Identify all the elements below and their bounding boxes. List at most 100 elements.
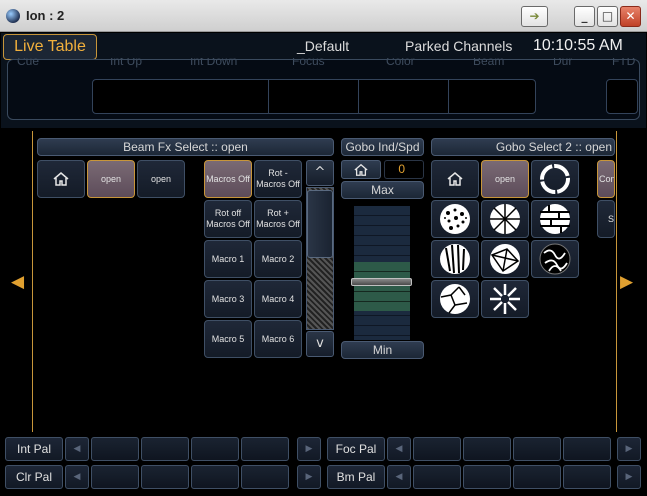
int-pal-slot[interactable]	[91, 437, 139, 461]
clr-pal-right-arrow-icon[interactable]: ▶	[297, 465, 321, 489]
home-icon	[53, 172, 69, 186]
rot-plus-macros-off-button[interactable]: Rot + Macros Off	[254, 200, 302, 238]
go-arrow-icon[interactable]: ➔	[521, 6, 548, 27]
scribble-gobo-icon	[539, 243, 571, 275]
gobo-con-button[interactable]: Con	[597, 160, 615, 198]
cracks-gobo-icon	[440, 284, 470, 314]
ring-gobo-icon	[540, 164, 570, 194]
rot-off-macros-off-button[interactable]: Rot off Macros Off	[204, 200, 252, 238]
clr-pal-slot[interactable]	[141, 465, 189, 489]
bm-pal-slot[interactable]	[563, 465, 611, 489]
bm-pal-slot[interactable]	[513, 465, 561, 489]
divider	[268, 79, 269, 114]
gobo-shards[interactable]	[481, 240, 529, 278]
gobo-s-button[interactable]: S	[597, 200, 615, 238]
app-globe-icon	[6, 9, 20, 23]
gobo-ind-fader-fill	[354, 262, 410, 312]
macro-3-button[interactable]: Macro 3	[204, 280, 252, 318]
macro-4-button[interactable]: Macro 4	[254, 280, 302, 318]
fader-col-focus: Focus	[292, 58, 325, 68]
fader-col-beam: Beam	[473, 58, 505, 68]
gobo-ind-spd-header[interactable]: Gobo Ind/Spd	[341, 138, 424, 156]
scroll-down-button[interactable]: v	[306, 331, 334, 357]
gobo-ind-max-button[interactable]: Max	[341, 181, 424, 199]
int-pal-left-arrow-icon[interactable]: ◀	[65, 437, 89, 461]
minimize-button[interactable]: _	[574, 6, 595, 27]
live-table-tab[interactable]: Live Table	[3, 34, 97, 60]
clr-pal-button[interactable]: Clr Pal	[5, 465, 63, 489]
macro-2-button[interactable]: Macro 2	[254, 240, 302, 278]
gobo-ind-min-button[interactable]: Min	[341, 341, 424, 359]
beam-fx-home-button[interactable]	[37, 160, 85, 198]
gobo-bricks[interactable]	[531, 200, 579, 238]
scroll-up-button[interactable]: ^	[306, 160, 334, 186]
foc-pal-slot[interactable]	[563, 437, 611, 461]
foc-pal-button[interactable]: Foc Pal	[327, 437, 385, 461]
gobo-ind-fader-handle[interactable]	[351, 278, 412, 287]
gobo-stripes[interactable]	[431, 240, 479, 278]
page-left-arrow-icon[interactable]: ◀	[11, 272, 24, 292]
int-pal-slot[interactable]	[191, 437, 239, 461]
bm-pal-slot[interactable]	[413, 465, 461, 489]
gobo-breakup[interactable]	[481, 200, 529, 238]
gobo-radial[interactable]	[481, 280, 529, 318]
gobo-open-button[interactable]: open	[481, 160, 529, 198]
macro-1-button[interactable]: Macro 1	[204, 240, 252, 278]
maximize-button[interactable]: □	[597, 6, 618, 27]
bm-pal-slot[interactable]	[463, 465, 511, 489]
beam-fx-open-button-2[interactable]: open	[137, 160, 185, 198]
bm-pal-left-arrow-icon[interactable]: ◀	[387, 465, 411, 489]
divider	[448, 79, 449, 114]
foc-pal-right-arrow-icon[interactable]: ▶	[617, 437, 641, 461]
macros-off-button[interactable]: Macros Off	[204, 160, 252, 198]
clr-pal-slot[interactable]	[91, 465, 139, 489]
macro-6-button[interactable]: Macro 6	[254, 320, 302, 358]
radial-gobo-icon	[490, 284, 520, 314]
gobo-select-2-header[interactable]: Gobo Select 2 :: open	[431, 138, 615, 156]
home-icon	[354, 163, 368, 176]
int-pal-right-arrow-icon[interactable]: ▶	[297, 437, 321, 461]
bricks-gobo-icon	[540, 204, 570, 234]
close-button[interactable]: ✕	[620, 6, 641, 27]
parked-channels-label[interactable]: Parked Channels	[405, 38, 512, 54]
foc-pal-left-arrow-icon[interactable]: ◀	[387, 437, 411, 461]
stripes-gobo-icon	[440, 244, 470, 274]
divider	[358, 79, 359, 114]
fader-col-int-down: Int Down	[190, 58, 238, 68]
gobo-ind-value: 0	[384, 160, 424, 179]
fader-col-int-up: Int Up	[110, 58, 143, 68]
gobo-ring[interactable]	[531, 160, 579, 198]
breakup-gobo-icon	[490, 204, 520, 234]
bm-pal-button[interactable]: Bm Pal	[327, 465, 385, 489]
foc-pal-slot[interactable]	[463, 437, 511, 461]
gobo-scribble[interactable]	[531, 240, 579, 278]
shards-gobo-icon	[490, 244, 520, 274]
gobo-select-home-button[interactable]	[431, 160, 479, 198]
ftd-cell	[606, 79, 638, 114]
window-title-bar[interactable]	[0, 0, 647, 32]
page-right-arrow-icon[interactable]: ▶	[620, 272, 633, 292]
gobo-dots[interactable]	[431, 200, 479, 238]
dots-gobo-icon	[440, 204, 470, 234]
clr-pal-slot[interactable]	[191, 465, 239, 489]
clr-pal-left-arrow-icon[interactable]: ◀	[65, 465, 89, 489]
int-pal-button[interactable]: Int Pal	[5, 437, 63, 461]
fader-col-cue: Cue	[17, 58, 40, 68]
macro-5-button[interactable]: Macro 5	[204, 320, 252, 358]
home-icon	[447, 172, 463, 186]
foc-pal-slot[interactable]	[513, 437, 561, 461]
int-pal-slot[interactable]	[241, 437, 289, 461]
beam-fx-open-button[interactable]: open	[87, 160, 135, 198]
gobo-cracks[interactable]	[431, 280, 479, 318]
fader-col-dur: Dur	[553, 58, 573, 68]
bm-pal-right-arrow-icon[interactable]: ▶	[617, 465, 641, 489]
int-pal-slot[interactable]	[141, 437, 189, 461]
clr-pal-slot[interactable]	[241, 465, 289, 489]
cue-timing-cells	[92, 79, 536, 114]
show-name: _Default	[297, 38, 350, 54]
beam-fx-header[interactable]: Beam Fx Select :: open	[37, 138, 334, 156]
scroll-thumb[interactable]	[307, 190, 333, 258]
foc-pal-slot[interactable]	[413, 437, 461, 461]
gobo-ind-home-button[interactable]	[341, 160, 381, 179]
rot-minus-macros-off-button[interactable]: Rot - Macros Off	[254, 160, 302, 198]
